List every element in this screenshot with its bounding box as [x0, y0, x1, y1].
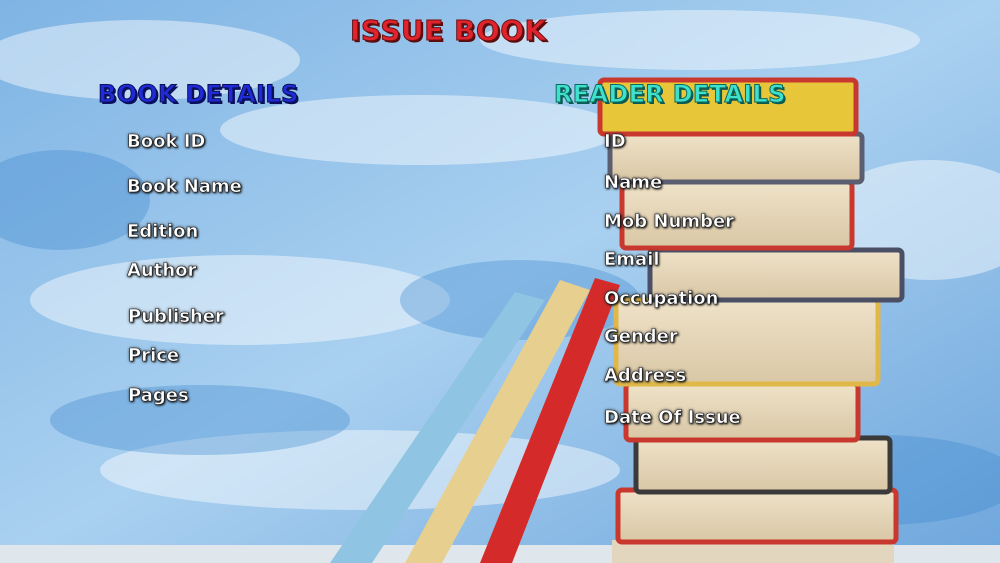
date-of-issue-label: Date Of Issue [604, 407, 741, 429]
address-input[interactable] [740, 362, 944, 392]
occupation-label: Occupation [604, 288, 719, 310]
book-name-input[interactable] [250, 173, 484, 203]
price-label: Price [128, 345, 180, 367]
publisher-label: Publisher [128, 306, 224, 328]
mob-number-input[interactable] [740, 208, 944, 238]
edition-input[interactable] [250, 218, 484, 248]
reader-id-label: ID [604, 131, 626, 153]
reader-id-input[interactable] [740, 128, 944, 158]
email-input[interactable] [740, 246, 944, 276]
occupation-input[interactable] [740, 285, 944, 315]
book-id-input[interactable] [250, 128, 484, 158]
reader-details-heading: READER DETAILS [554, 80, 786, 109]
window-title: ISSUE BOOK [350, 14, 547, 48]
mob-number-label: Mob Number [604, 211, 735, 233]
pages-label: Pages [128, 385, 189, 407]
author-input[interactable] [250, 257, 484, 287]
date-of-issue-input[interactable] [740, 404, 944, 434]
price-input[interactable] [250, 342, 484, 372]
pages-input[interactable] [250, 382, 484, 412]
publisher-input[interactable] [250, 303, 484, 333]
address-label: Address [604, 365, 687, 387]
gender-input[interactable] [740, 323, 944, 353]
book-name-label: Book Name [127, 176, 242, 198]
reader-name-input[interactable] [740, 169, 944, 199]
book-id-label: Book ID [127, 131, 206, 153]
edition-label: Edition [127, 221, 199, 243]
email-label: Email [604, 249, 660, 271]
gender-label: Gender [604, 326, 678, 348]
book-details-heading: BOOK DETAILS [98, 80, 299, 109]
reader-name-label: Name [604, 172, 663, 194]
author-label: Author [127, 260, 197, 282]
